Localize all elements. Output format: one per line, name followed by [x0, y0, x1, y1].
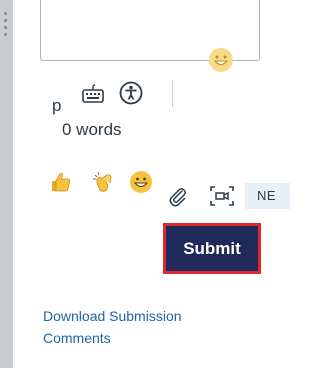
grinning-face-emoji-icon[interactable]	[129, 170, 153, 194]
paragraph-indicator[interactable]: p	[52, 96, 61, 116]
submit-button[interactable]: Submit	[163, 223, 261, 274]
media-record-icon[interactable]	[210, 186, 234, 206]
clapping-hands-emoji-icon[interactable]	[92, 170, 116, 194]
accessibility-icon[interactable]	[119, 81, 143, 105]
thumbs-up-emoji-icon[interactable]	[49, 170, 73, 194]
resize-rail[interactable]	[0, 0, 13, 368]
word-count: 0 words	[62, 120, 122, 139]
new-badge-label: NE	[257, 188, 277, 203]
new-badge: NE	[245, 183, 290, 209]
paperclip-icon[interactable]	[167, 185, 189, 207]
toolbar-divider	[172, 81, 173, 107]
submit-button-label: Submit	[183, 238, 241, 258]
download-submission-comments-link[interactable]: Download Submission Comments	[43, 305, 233, 349]
keyboard-icon[interactable]	[81, 84, 105, 104]
drag-handle-icon[interactable]	[4, 12, 9, 36]
download-link-label: Download Submission Comments	[43, 308, 182, 346]
emoji-picker-icon[interactable]	[208, 47, 234, 73]
